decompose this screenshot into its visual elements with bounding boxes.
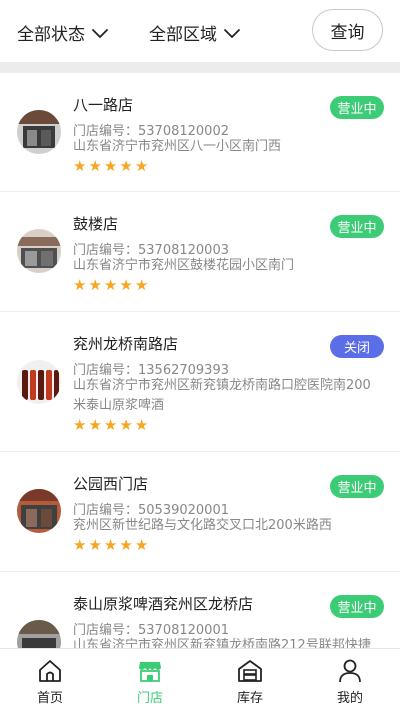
star-icon: ★ xyxy=(119,157,133,175)
bottom-tab-bar: 首页 门店 库存 我的 xyxy=(0,648,400,711)
status-badge: 营业中 xyxy=(330,595,384,618)
status-filter-dropdown[interactable]: 全部状态 xyxy=(17,20,109,45)
query-button[interactable]: 查询 xyxy=(312,9,383,51)
rating-stars: ★ ★ ★ ★ ★ xyxy=(73,159,148,174)
status-badge: 营业中 xyxy=(330,96,384,119)
store-address: 山东省济宁市兖州区新兖镇龙桥南路口腔医院南200米泰山原浆啤酒 xyxy=(73,378,371,413)
store-item[interactable]: 八一路店 营业中 门店编号：53708120002 山东省济宁市兖州区八一小区南… xyxy=(0,73,400,192)
filter-bar: 全部状态 全部区域 查询 xyxy=(0,0,400,62)
user-icon xyxy=(339,659,361,683)
store-address: 山东省济宁市兖州区八一小区南门西 xyxy=(73,139,282,154)
tab-store[interactable]: 门店 xyxy=(100,649,200,711)
status-badge: 营业中 xyxy=(330,215,384,238)
star-icon: ★ xyxy=(119,416,133,434)
star-icon: ★ xyxy=(103,416,118,434)
status-filter-label: 全部状态 xyxy=(17,25,85,45)
region-filter-label: 全部区域 xyxy=(149,25,217,45)
inventory-icon xyxy=(238,660,262,682)
star-icon: ★ xyxy=(134,276,149,294)
star-icon: ★ xyxy=(88,416,102,434)
tab-label: 库存 xyxy=(236,691,263,706)
store-name: 兖州龙桥南路店 xyxy=(73,335,179,353)
store-icon xyxy=(139,662,161,682)
section-divider xyxy=(0,62,400,73)
star-icon: ★ xyxy=(73,157,87,175)
store-list[interactable]: 八一路店 营业中 门店编号：53708120002 山东省济宁市兖州区八一小区南… xyxy=(0,73,400,648)
star-icon: ★ xyxy=(88,536,102,554)
tab-label: 门店 xyxy=(136,691,163,706)
store-name: 鼓楼店 xyxy=(73,215,119,233)
star-icon: ★ xyxy=(134,157,149,175)
store-address: 山东省济宁市兖州区鼓楼花园小区南门 xyxy=(73,258,295,273)
star-icon: ★ xyxy=(103,536,118,554)
star-icon: ★ xyxy=(119,536,133,554)
tab-home[interactable]: 首页 xyxy=(0,649,100,711)
store-thumbnail xyxy=(17,489,61,533)
tab-label: 首页 xyxy=(36,691,63,706)
star-icon: ★ xyxy=(73,416,87,434)
tab-inventory[interactable]: 库存 xyxy=(200,649,300,711)
star-icon: ★ xyxy=(88,157,102,175)
rating-stars: ★ ★ ★ ★ ★ xyxy=(73,538,148,553)
store-address: 兖州区新世纪路与文化路交叉口北200米路西 xyxy=(73,518,332,533)
status-badge: 关闭 xyxy=(330,335,384,358)
store-item[interactable]: 泰山原浆啤酒兖州区龙桥店 营业中 门店编号：53708120001 山东省济宁市… xyxy=(0,572,400,648)
store-item[interactable]: 兖州龙桥南路店 关闭 门店编号：13562709393 山东省济宁市兖州区新兖镇… xyxy=(0,312,400,452)
star-icon: ★ xyxy=(103,157,118,175)
store-name: 八一路店 xyxy=(73,96,134,114)
star-icon: ★ xyxy=(73,536,87,554)
status-badge: 营业中 xyxy=(330,475,384,498)
store-thumbnail xyxy=(17,110,61,154)
star-icon: ★ xyxy=(73,276,87,294)
store-item[interactable]: 鼓楼店 营业中 门店编号：53708120003 山东省济宁市兖州区鼓楼花园小区… xyxy=(0,192,400,312)
star-icon: ★ xyxy=(103,276,118,294)
rating-stars: ★ ★ ★ ★ ★ xyxy=(73,418,148,433)
home-icon xyxy=(39,660,61,682)
star-icon: ★ xyxy=(134,536,149,554)
chevron-down-icon xyxy=(92,28,108,38)
store-name: 公园西门店 xyxy=(73,475,149,493)
store-item[interactable]: 公园西门店 营业中 门店编号：50539020001 兖州区新世纪路与文化路交叉… xyxy=(0,452,400,572)
star-icon: ★ xyxy=(88,276,102,294)
tab-label: 我的 xyxy=(336,691,363,706)
rating-stars: ★ ★ ★ ★ ★ xyxy=(73,278,148,293)
tab-profile[interactable]: 我的 xyxy=(300,649,400,711)
star-icon: ★ xyxy=(119,276,133,294)
store-thumbnail xyxy=(17,229,61,273)
store-thumbnail xyxy=(17,620,61,648)
store-thumbnail xyxy=(17,360,61,404)
star-icon: ★ xyxy=(134,416,149,434)
store-address: 山东省济宁市兖州区新兖镇龙桥南路212号联邦快捷 xyxy=(73,638,371,648)
region-filter-dropdown[interactable]: 全部区域 xyxy=(149,20,241,45)
chevron-down-icon xyxy=(224,28,240,38)
store-name: 泰山原浆啤酒兖州区龙桥店 xyxy=(73,595,254,613)
